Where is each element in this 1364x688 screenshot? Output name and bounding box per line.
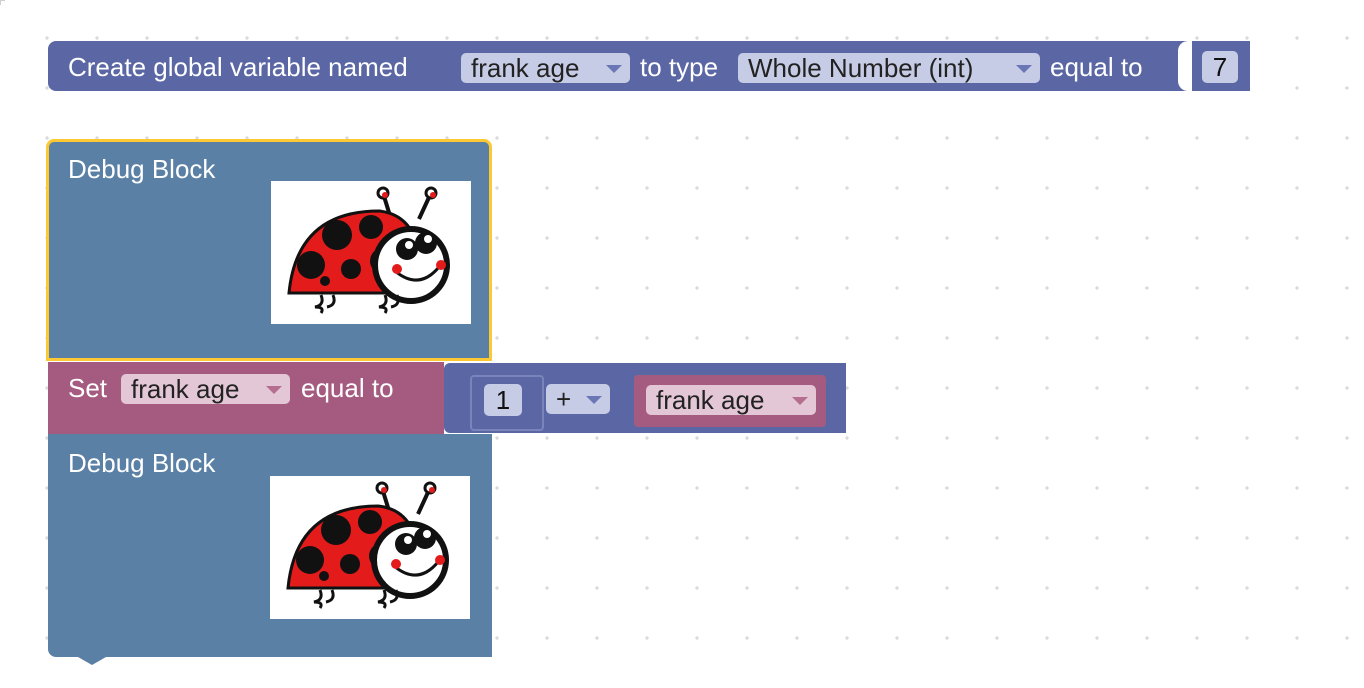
variable-name-value: frank age bbox=[471, 53, 580, 83]
equal-to-label: equal to bbox=[1050, 52, 1143, 82]
set-label: Set bbox=[68, 373, 108, 403]
set-equal-to-label: equal to bbox=[301, 373, 394, 403]
chevron-down-icon bbox=[266, 386, 282, 394]
create-global-variable-block[interactable]: Create global variable named frank age t… bbox=[48, 41, 1250, 91]
chevron-down-icon bbox=[1016, 65, 1032, 73]
ladybug-image bbox=[271, 181, 471, 324]
set-variable-value: frank age bbox=[131, 374, 240, 404]
debug-block-label: Debug Block bbox=[68, 154, 216, 184]
type-value: Whole Number (int) bbox=[748, 53, 974, 83]
debug-block[interactable]: Debug Block bbox=[48, 434, 492, 665]
to-type-label: to type bbox=[640, 52, 719, 82]
debug-block[interactable]: Debug Block bbox=[46, 139, 492, 361]
bottom-notch bbox=[78, 657, 106, 665]
set-variable-block[interactable]: Set frank age equal to bbox=[48, 362, 444, 434]
right-variable-value: frank age bbox=[656, 385, 765, 415]
right-variable-dropdown[interactable]: frank age bbox=[646, 385, 816, 415]
create-variable-label: Create global variable named bbox=[68, 52, 408, 82]
operator-value: + bbox=[556, 384, 572, 414]
operator-dropdown[interactable]: + bbox=[546, 384, 610, 414]
right-variable-block[interactable]: frank age bbox=[634, 375, 826, 427]
type-dropdown[interactable]: Whole Number (int) bbox=[738, 53, 1040, 83]
chevron-down-icon bbox=[606, 65, 622, 73]
set-variable-dropdown[interactable]: frank age bbox=[121, 374, 290, 404]
chevron-down-icon bbox=[586, 396, 602, 404]
math-operation-block[interactable]: 1 + frank age bbox=[444, 363, 846, 433]
debug-block-label: Debug Block bbox=[68, 448, 216, 478]
chevron-down-icon bbox=[792, 397, 808, 405]
left-operand-field[interactable]: 1 bbox=[484, 384, 522, 416]
variable-name-dropdown[interactable]: frank age bbox=[461, 53, 630, 83]
initial-value-field[interactable]: 7 bbox=[1202, 51, 1238, 83]
ladybug-image bbox=[270, 476, 470, 619]
